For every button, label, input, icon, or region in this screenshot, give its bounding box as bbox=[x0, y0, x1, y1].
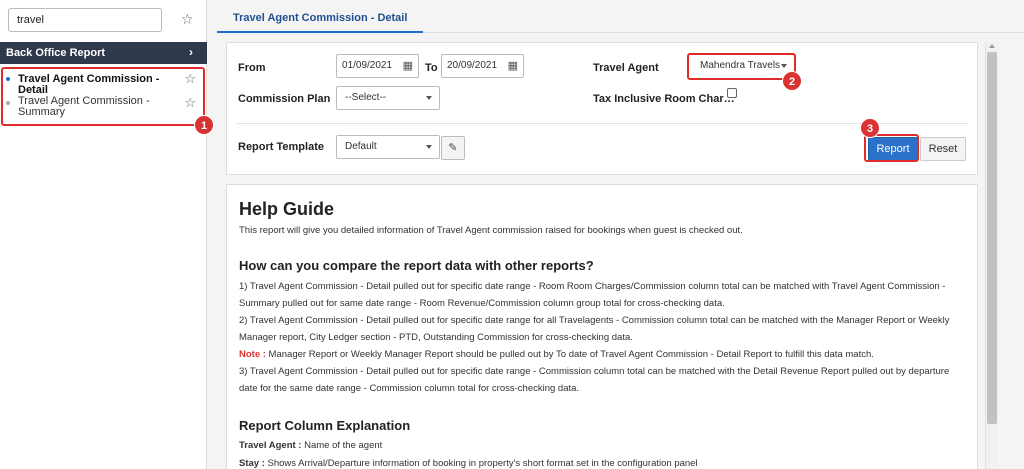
help-guide-panel: Help Guide This report will give you det… bbox=[226, 184, 978, 469]
edit-template-button[interactable]: ✎ bbox=[441, 136, 465, 160]
tab-ta-commission-detail[interactable]: Travel Agent Commission - Detail bbox=[217, 12, 424, 33]
from-date-value: 01/09/2021 bbox=[342, 60, 393, 71]
chevron-down-icon bbox=[426, 96, 432, 100]
column-travel-agent: Travel Agent : Name of the agent bbox=[239, 437, 969, 454]
scroll-up-icon[interactable] bbox=[989, 44, 995, 48]
commission-plan-label: Commission Plan bbox=[238, 93, 331, 105]
scroll-thumb[interactable] bbox=[987, 52, 997, 424]
vertical-scrollbar[interactable] bbox=[985, 42, 998, 469]
tax-inclusive-checkbox[interactable] bbox=[727, 88, 737, 98]
highlight-box-2 bbox=[687, 53, 796, 80]
report-template-value: Default bbox=[345, 141, 377, 152]
chevron-right-icon: › bbox=[189, 45, 193, 59]
tax-inclusive-label: Tax Inclusive Room Char… bbox=[593, 93, 735, 105]
compare-heading: How can you compare the report data with… bbox=[239, 258, 594, 273]
section-title: Back Office Report bbox=[6, 47, 106, 59]
to-label: To bbox=[425, 62, 438, 74]
step-badge-2: 2 bbox=[782, 71, 802, 91]
help-point-1: 1) Travel Agent Commission - Detail pull… bbox=[239, 281, 946, 309]
commission-plan-select[interactable]: --Select-- bbox=[336, 86, 440, 110]
reset-button[interactable]: Reset bbox=[920, 137, 966, 161]
calendar-icon[interactable]: ▦ bbox=[403, 59, 413, 72]
column-text: Shows Arrival/Departure information of b… bbox=[264, 458, 698, 469]
to-date-value: 20/09/2021 bbox=[447, 60, 498, 71]
from-date-field[interactable]: 01/09/2021 ▦ bbox=[336, 54, 419, 78]
note-label: Note : bbox=[239, 349, 266, 360]
tab-bar: Travel Agent Commission - Detail bbox=[217, 0, 1024, 33]
chevron-down-icon bbox=[426, 145, 432, 149]
menu-search-input[interactable]: travel bbox=[8, 8, 162, 32]
travel-agent-label: Travel Agent bbox=[593, 62, 659, 74]
commission-plan-value: --Select-- bbox=[345, 92, 387, 103]
highlight-box-3 bbox=[864, 134, 919, 162]
help-point-3: 3) Travel Agent Commission - Detail pull… bbox=[239, 366, 950, 394]
report-template-select[interactable]: Default bbox=[336, 135, 440, 159]
column-label: Stay : bbox=[239, 458, 265, 469]
step-badge-1: 1 bbox=[194, 115, 214, 135]
edit-icon: ✎ bbox=[448, 142, 458, 154]
help-note: Note : Manager Report or Weekly Manager … bbox=[239, 346, 969, 363]
calendar-icon[interactable]: ▦ bbox=[508, 59, 518, 72]
to-date-field[interactable]: 20/09/2021 ▦ bbox=[441, 54, 524, 78]
report-template-label: Report Template bbox=[238, 141, 324, 153]
step-badge-3: 3 bbox=[860, 118, 880, 138]
divider bbox=[237, 123, 969, 124]
star-icon[interactable]: ☆ bbox=[181, 11, 194, 28]
help-title: Help Guide bbox=[239, 199, 335, 219]
highlight-box-1 bbox=[1, 67, 205, 126]
help-intro: This report will give you detailed infor… bbox=[239, 225, 743, 236]
section-header-back-office-report[interactable]: Back Office Report › bbox=[0, 42, 207, 64]
column-label: Travel Agent : bbox=[239, 440, 302, 451]
note-text: Manager Report or Weekly Manager Report … bbox=[265, 349, 874, 360]
help-point-2: 2) Travel Agent Commission - Detail pull… bbox=[239, 315, 950, 343]
column-text: Name of the agent bbox=[301, 440, 383, 451]
column-stay: Stay : Shows Arrival/Departure informati… bbox=[239, 455, 969, 469]
from-label: From bbox=[238, 62, 266, 74]
columns-heading: Report Column Explanation bbox=[239, 418, 411, 433]
